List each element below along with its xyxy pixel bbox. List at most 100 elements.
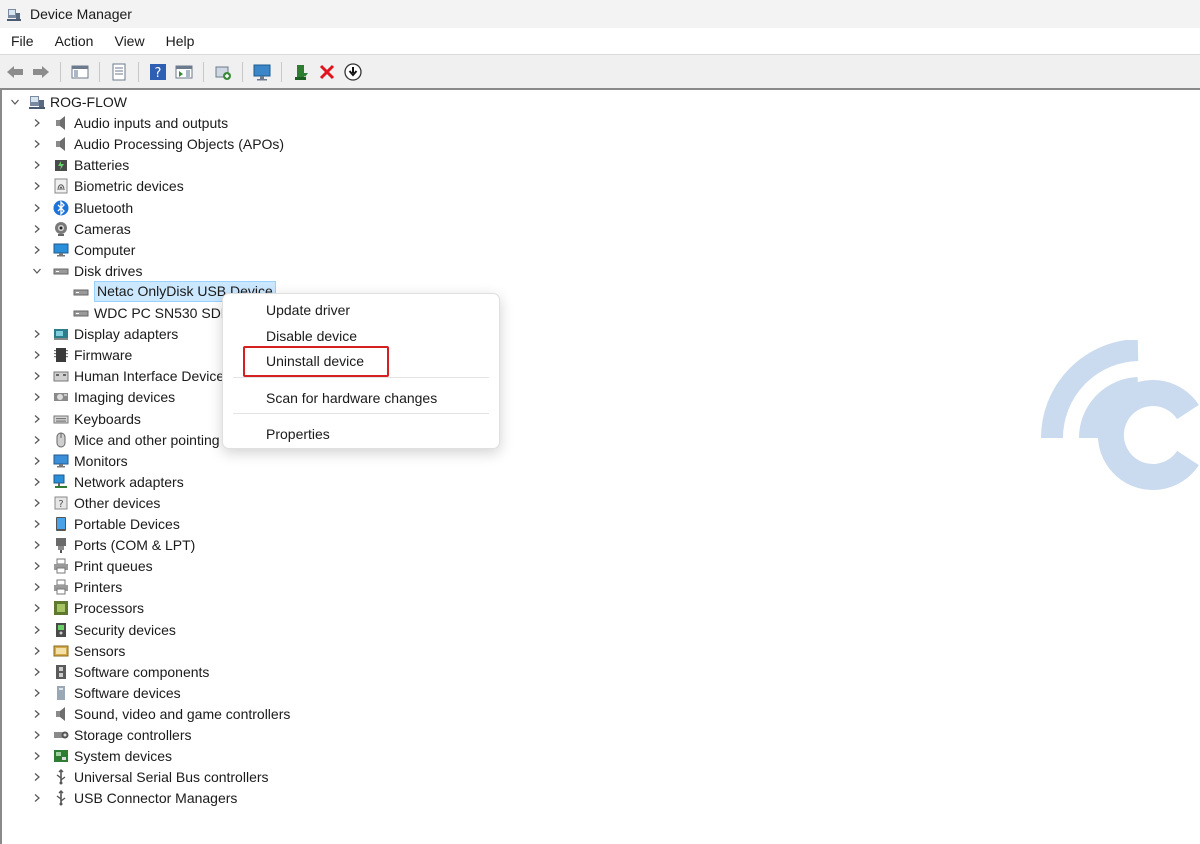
monitor-icon [52,452,70,470]
tree-item-monitors[interactable]: Monitors [30,450,128,471]
tree-item-display-adapters[interactable]: Display adapters [30,323,178,344]
chevron-right-icon[interactable] [30,179,44,193]
help-icon[interactable]: ? [147,61,169,83]
menu-view[interactable]: View [103,28,154,54]
tree-root[interactable]: ROG-FLOW [8,91,127,112]
chevron-right-icon[interactable] [30,707,44,721]
chevron-right-icon[interactable] [30,412,44,426]
tree-item-batteries[interactable]: Batteries [30,154,129,175]
tree-item-audio-inputs-and-outputs-label: Audio inputs and outputs [74,114,229,131]
tree-item-processors[interactable]: Processors [30,597,144,618]
other-device-icon: ? [52,494,70,512]
chevron-right-icon[interactable] [30,327,44,341]
chevron-right-icon[interactable] [30,791,44,805]
enable-device-icon[interactable] [290,61,312,83]
menu-help[interactable]: Help [155,28,205,54]
window-title: Device Manager [30,6,132,22]
chevron-right-icon[interactable] [30,686,44,700]
chevron-right-icon[interactable] [30,665,44,679]
tree-item-system-devices[interactable]: System devices [30,745,172,766]
tree-item-audio-processing-objects-apos[interactable]: Audio Processing Objects (APOs) [30,133,284,154]
tree-item-software-components[interactable]: Software components [30,661,209,682]
chevron-right-icon[interactable] [30,243,44,257]
chevron-right-icon[interactable] [30,475,44,489]
tree-item-print-queues[interactable]: Print queues [30,555,153,576]
chevron-down-icon[interactable] [30,264,44,278]
properties-icon[interactable] [108,61,130,83]
chevron-right-icon[interactable] [30,433,44,447]
window-left-border [0,90,2,844]
tree-item-usb-connector-managers[interactable]: USB Connector Managers [30,787,237,808]
storage-controller-icon [52,726,70,744]
tree-item-biometric-devices[interactable]: Biometric devices [30,175,184,196]
chevron-right-icon[interactable] [30,348,44,362]
back-icon[interactable] [4,61,26,83]
tree-item-audio-inputs-and-outputs[interactable]: Audio inputs and outputs [30,112,228,133]
chevron-down-icon[interactable] [8,95,22,109]
tree-item-portable-devices[interactable]: Portable Devices [30,513,180,534]
chevron-right-icon[interactable] [30,623,44,637]
tree-item-network-adapters[interactable]: Network adapters [30,471,184,492]
chevron-right-icon[interactable] [30,559,44,573]
action-pane-icon[interactable] [173,61,195,83]
tree-item-sound-video-and-game-controllers[interactable]: Sound, video and game controllers [30,703,290,724]
tree-item-firmware[interactable]: Firmware [30,344,132,365]
tree-item-other-devices[interactable]: ? Other devices [30,492,160,513]
tree-item-sensors-label: Sensors [74,642,126,659]
tree-item-cameras[interactable]: Cameras [30,218,131,239]
scan-hardware-icon[interactable] [212,61,234,83]
portable-device-icon [52,515,70,533]
update-driver-icon[interactable] [342,61,364,83]
context-menu-update-driver[interactable]: Update driver [266,302,350,318]
tree-item-bluetooth[interactable]: Bluetooth [30,197,133,218]
chevron-right-icon[interactable] [30,749,44,763]
tree-item-security-devices[interactable]: Security devices [30,619,176,640]
tree-item-disk-wdc-pc-sn530-sdbp[interactable]: WDC PC SN530 SDBP [66,302,239,323]
chevron-right-icon[interactable] [30,222,44,236]
keyboard-icon [52,410,70,428]
tree-item-security-devices-label: Security devices [74,621,176,638]
chevron-right-icon[interactable] [30,580,44,594]
chevron-right-icon[interactable] [30,454,44,468]
chevron-right-icon[interactable] [30,390,44,404]
mouse-icon [52,431,70,449]
chevron-right-icon[interactable] [30,728,44,742]
tree-item-storage-controllers-label: Storage controllers [74,726,192,743]
tree-item-storage-controllers[interactable]: Storage controllers [30,724,192,745]
chevron-right-icon[interactable] [30,538,44,552]
monitor-icon[interactable] [251,61,273,83]
chevron-right-icon[interactable] [30,369,44,383]
chevron-right-icon[interactable] [30,137,44,151]
menu-file[interactable]: File [0,28,44,54]
tree-item-mice-and-other-pointing[interactable]: Mice and other pointing [30,429,220,450]
tree-item-sensors[interactable]: Sensors [30,640,125,661]
show-hide-console-tree-icon[interactable] [69,61,91,83]
system-device-icon [52,747,70,765]
chevron-right-icon[interactable] [30,201,44,215]
context-menu-disable-device[interactable]: Disable device [266,328,357,344]
chevron-right-icon[interactable] [30,158,44,172]
chevron-right-icon[interactable] [30,644,44,658]
disk-drive-icon [72,304,90,322]
tree-item-imaging-devices[interactable]: Imaging devices [30,386,175,407]
tree-item-keyboards-label: Keyboards [74,410,141,427]
tree-item-disk-drives[interactable]: Disk drives [30,260,142,281]
tree-item-human-interface-devices[interactable]: Human Interface Devices [30,365,231,386]
tree-item-computer[interactable]: Computer [30,239,135,260]
chevron-right-icon[interactable] [30,116,44,130]
chevron-right-icon[interactable] [30,496,44,510]
menu-action[interactable]: Action [44,28,104,54]
chevron-right-icon[interactable] [30,770,44,784]
uninstall-device-icon[interactable] [316,61,338,83]
tree-item-universal-serial-bus-controllers[interactable]: Universal Serial Bus controllers [30,766,269,787]
tree-item-software-devices[interactable]: Software devices [30,682,181,703]
context-menu-scan-hardware[interactable]: Scan for hardware changes [266,390,437,406]
chevron-right-icon[interactable] [30,601,44,615]
chevron-right-icon[interactable] [30,517,44,531]
tree-item-printers[interactable]: Printers [30,576,122,597]
tree-item-disk-drives-label: Disk drives [74,262,143,279]
context-menu-properties[interactable]: Properties [266,426,330,442]
tree-item-keyboards[interactable]: Keyboards [30,408,141,429]
tree-item-ports-com-lpt[interactable]: Ports (COM & LPT) [30,534,195,555]
forward-icon[interactable] [30,61,52,83]
